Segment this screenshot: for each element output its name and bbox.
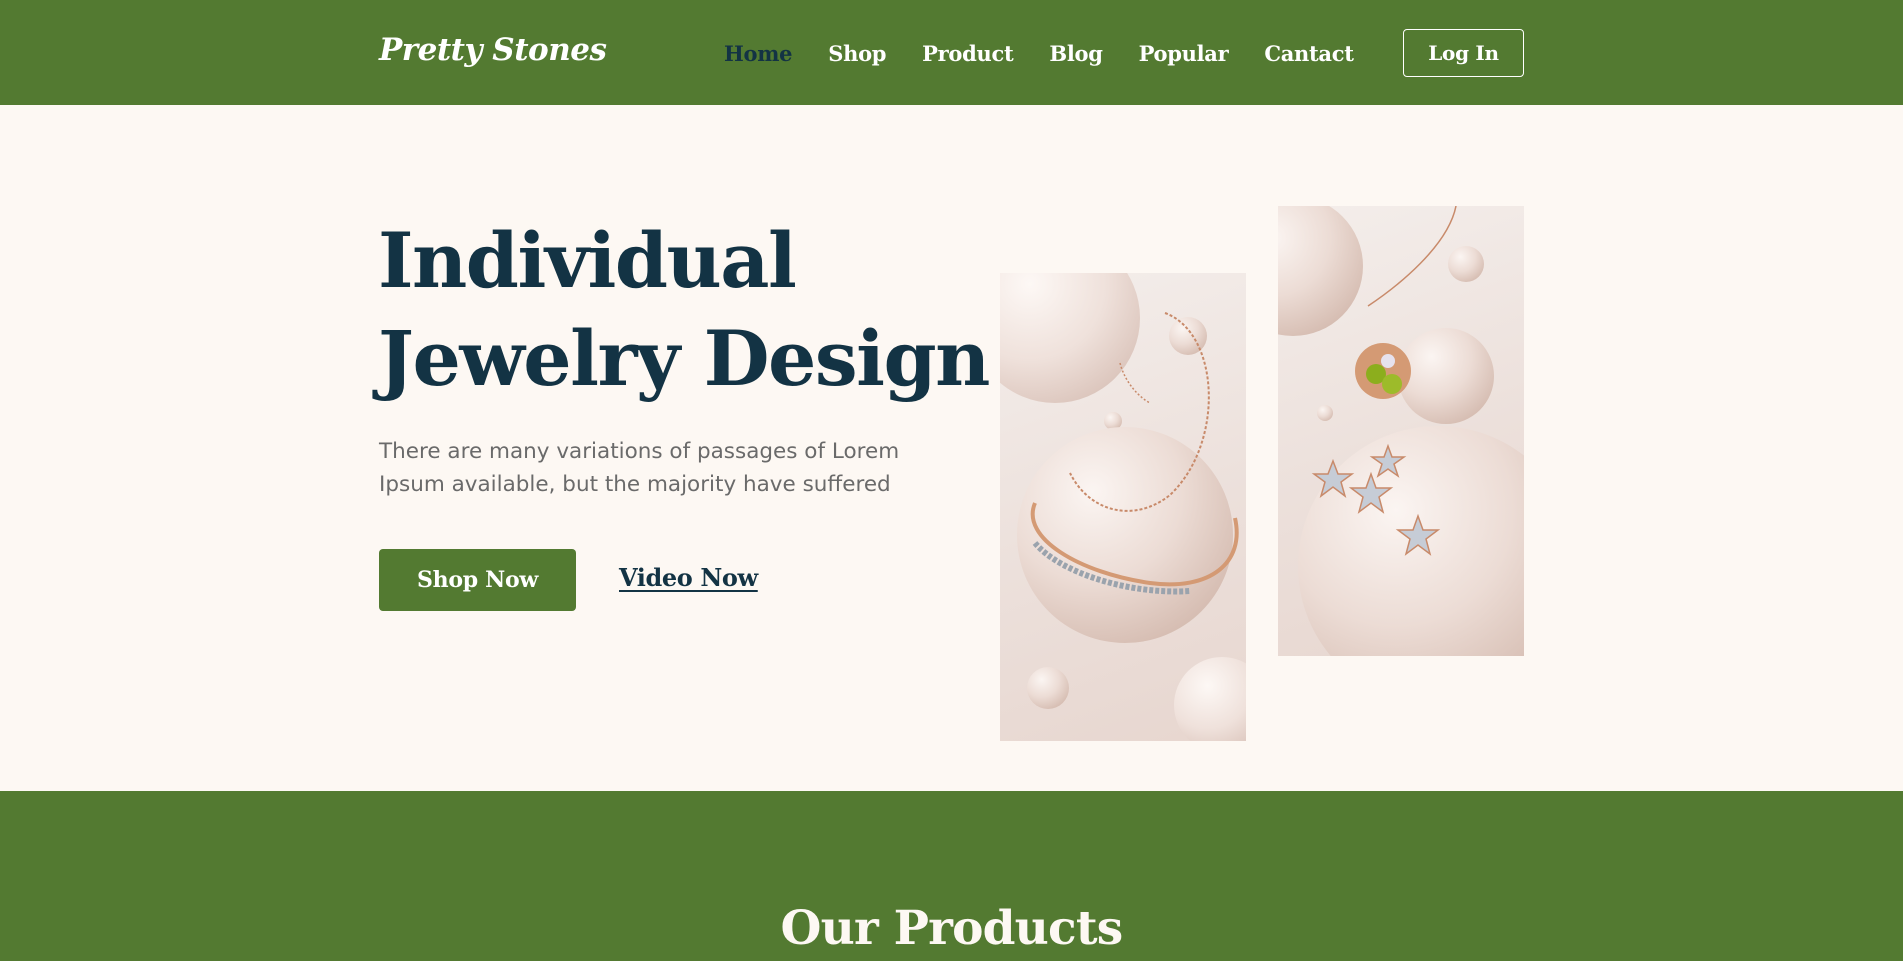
pendant-and-star-earrings-photo <box>1278 206 1524 656</box>
shop-now-button[interactable]: Shop Now <box>379 549 576 611</box>
products-title: Our Products <box>780 901 1124 956</box>
bracelet-with-pearls-photo <box>1000 273 1246 741</box>
products-section: Our Products <box>0 791 1903 961</box>
top-navigation-bar: Pretty Stones Home Shop Product Blog Pop… <box>0 0 1903 105</box>
hero-title: Individual Jewelry Design <box>378 212 998 408</box>
video-now-link[interactable]: Video Now <box>619 563 758 592</box>
nav-item-blog[interactable]: Blog <box>1049 41 1103 66</box>
nav-item-home[interactable]: Home <box>724 41 793 66</box>
nav-item-contact[interactable]: Cantact <box>1264 41 1354 66</box>
hero-description: There are many variations of passages of… <box>379 439 900 497</box>
nav-item-product[interactable]: Product <box>922 41 1014 66</box>
hero-title-line-1: Individual <box>378 216 797 305</box>
hero-title-line-2: Jewelry Design <box>378 314 990 403</box>
login-button[interactable]: Log In <box>1403 29 1524 77</box>
main-nav: Home Shop Product Blog Popular Cantact <box>724 38 1354 68</box>
nav-item-shop[interactable]: Shop <box>828 41 886 66</box>
brand-logo[interactable]: Pretty Stones <box>379 32 607 68</box>
nav-item-popular[interactable]: Popular <box>1139 41 1229 66</box>
